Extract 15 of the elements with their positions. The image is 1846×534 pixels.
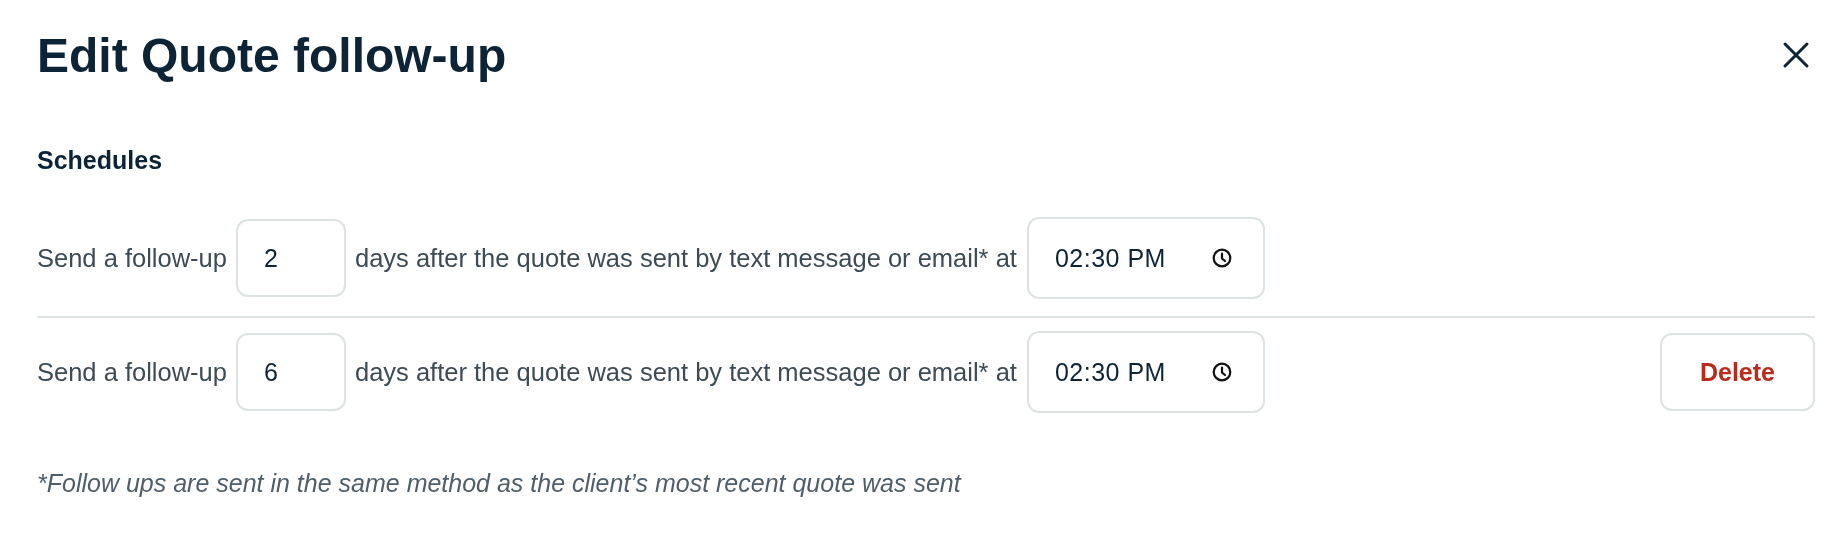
- delete-button[interactable]: Delete: [1660, 333, 1815, 411]
- close-icon: [1781, 40, 1811, 70]
- schedule-text: Send a follow-up: [37, 243, 227, 273]
- dialog-title: Edit Quote follow-up: [37, 27, 507, 83]
- section-title: Schedules: [37, 146, 164, 175]
- time-field[interactable]: 02:30 PM: [1026, 331, 1265, 413]
- footnote: *Follow ups are sent in the same method as the client’s most recent quote was sent: [37, 469, 963, 498]
- clock-icon: [1211, 248, 1232, 268]
- days-field[interactable]: 2: [235, 219, 346, 297]
- time-field[interactable]: 02:30 PM: [1026, 217, 1265, 299]
- schedule-text: days after the quote was sent by text message or email* at: [354, 243, 1017, 273]
- clock-icon: [1211, 362, 1232, 382]
- schedule-text: Send a follow-up: [37, 357, 227, 387]
- schedule-text: days after the quote was sent by text message or email* at: [354, 357, 1017, 387]
- days-field[interactable]: 6: [235, 333, 346, 411]
